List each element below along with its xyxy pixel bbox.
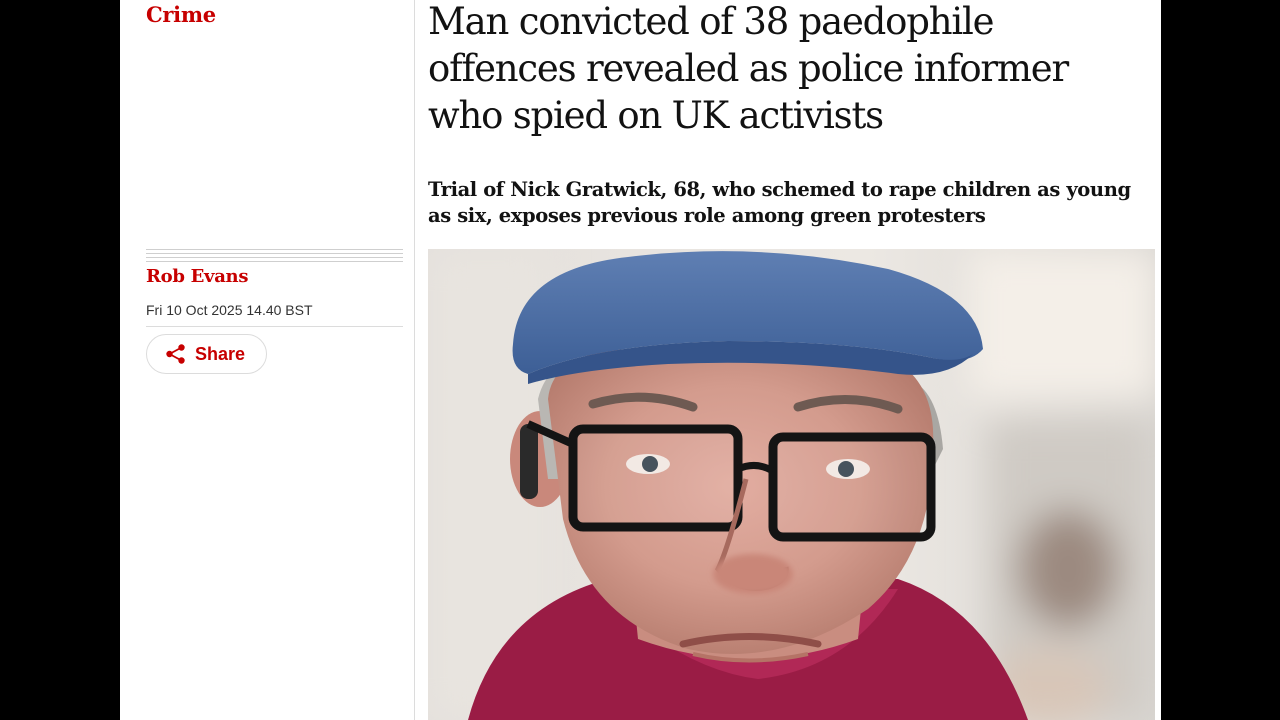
column-divider: [414, 0, 415, 720]
meta-divider: [146, 326, 403, 327]
share-button[interactable]: Share: [146, 334, 267, 374]
share-icon: [165, 343, 187, 365]
article-headline: Man convicted of 38 paedophile offences …: [428, 0, 1069, 137]
author-byline-link[interactable]: Rob Evans: [146, 266, 248, 287]
meta-divider-lines: [146, 249, 403, 262]
article-page: Crime Man convicted of 38 paedophile off…: [120, 0, 1161, 720]
article-main-photo: [428, 249, 1155, 720]
section-kicker-link[interactable]: Crime: [146, 2, 216, 27]
article-standfirst: Trial of Nick Gratwick, 68, who schemed …: [428, 178, 1131, 227]
share-label: Share: [195, 343, 246, 364]
publish-dateline: Fri 10 Oct 2025 14.40 BST: [146, 302, 313, 318]
